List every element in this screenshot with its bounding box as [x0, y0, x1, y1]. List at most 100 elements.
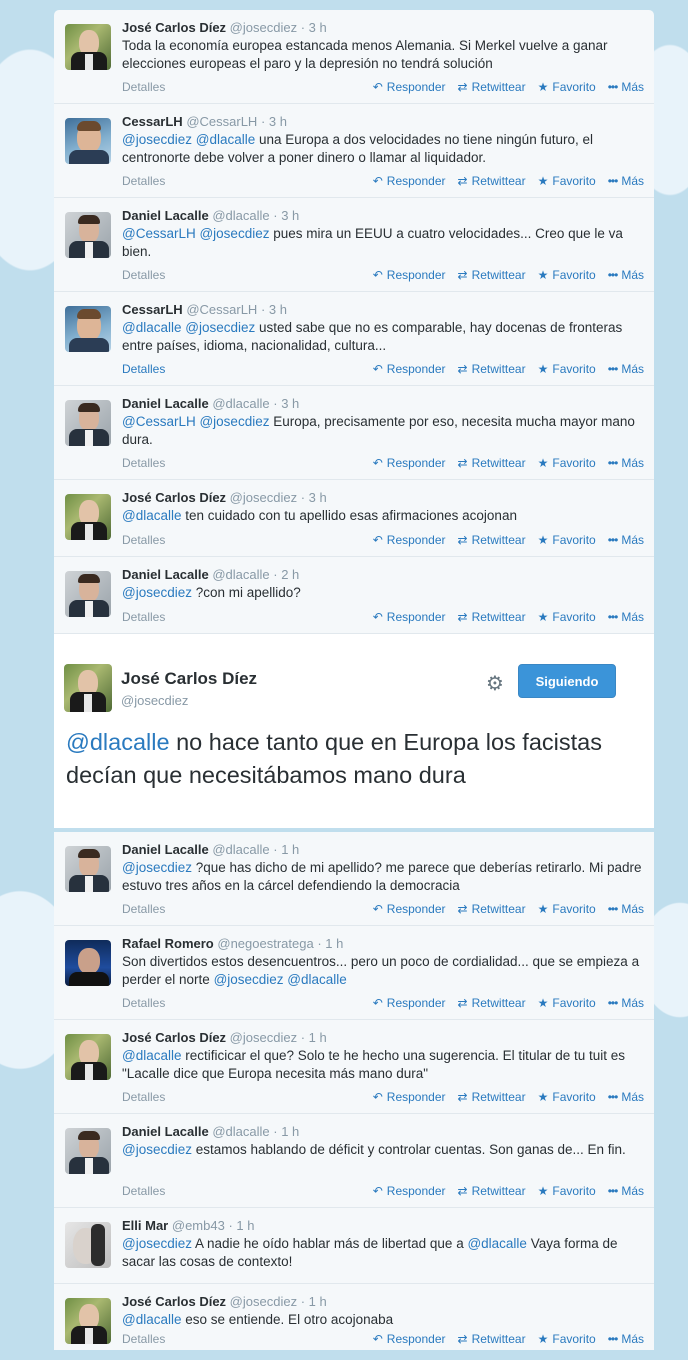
tweet-time[interactable]: · 2 h: [273, 567, 299, 582]
retweet-icon[interactable]: ⇄: [458, 902, 468, 916]
tweet-author-handle[interactable]: @CessarLH: [186, 302, 257, 317]
retweet-icon[interactable]: ⇄: [458, 1332, 468, 1346]
tweet-time[interactable]: · 1 h: [301, 1294, 327, 1309]
reply-icon[interactable]: ↶: [373, 996, 383, 1010]
retweet-icon[interactable]: ⇄: [458, 362, 468, 376]
more-button[interactable]: Más: [621, 1332, 644, 1346]
tweet-author-name[interactable]: Daniel Lacalle: [122, 1124, 209, 1139]
reply-button[interactable]: Responder: [387, 533, 446, 547]
tweet-mentions[interactable]: @josecdiez: [122, 1142, 192, 1157]
reply-button[interactable]: Responder: [387, 902, 446, 916]
tweet-time[interactable]: · 3 h: [301, 490, 327, 505]
retweet-icon[interactable]: ⇄: [458, 533, 468, 547]
reply-button[interactable]: Responder: [387, 174, 446, 188]
details-link[interactable]: Detalles: [122, 1332, 165, 1346]
avatar[interactable]: [65, 846, 111, 892]
tweet[interactable]: Daniel Lacalle @dlacalle · 1 h @josecdie…: [54, 1114, 654, 1208]
reply-icon[interactable]: ↶: [373, 610, 383, 624]
favorite-button[interactable]: Favorito: [552, 902, 595, 916]
tweet-author-handle[interactable]: @dlacalle: [212, 1124, 269, 1139]
tweet-mentions[interactable]: @dlacalle @josecdiez: [122, 320, 255, 335]
details-link[interactable]: Detalles: [122, 533, 165, 547]
reply-button[interactable]: Responder: [387, 362, 446, 376]
favorite-icon[interactable]: ★: [538, 268, 549, 282]
retweet-button[interactable]: Retwittear: [472, 174, 526, 188]
more-icon[interactable]: •••: [608, 456, 619, 470]
tweet-mentions[interactable]: @CessarLH @josecdiez: [122, 414, 269, 429]
tweet-author-handle[interactable]: @CessarLH: [186, 114, 257, 129]
more-icon[interactable]: •••: [608, 1332, 619, 1346]
reply-button[interactable]: Responder: [387, 80, 446, 94]
reply-icon[interactable]: ↶: [373, 902, 383, 916]
more-button[interactable]: Más: [621, 456, 644, 470]
more-icon[interactable]: •••: [608, 362, 619, 376]
favorite-button[interactable]: Favorito: [552, 80, 595, 94]
favorite-icon[interactable]: ★: [538, 1332, 549, 1346]
avatar[interactable]: [64, 664, 112, 712]
reply-button[interactable]: Responder: [387, 1090, 446, 1104]
gear-icon[interactable]: ⚙: [486, 671, 504, 696]
favorite-icon[interactable]: ★: [538, 80, 549, 94]
retweet-button[interactable]: Retwittear: [472, 902, 526, 916]
tweet-time[interactable]: · 1 h: [273, 1124, 299, 1139]
tweet-author-handle[interactable]: @dlacalle: [212, 842, 269, 857]
tweet-author-name[interactable]: Rafael Romero: [122, 936, 214, 951]
more-icon[interactable]: •••: [608, 174, 619, 188]
favorite-icon[interactable]: ★: [538, 174, 549, 188]
tweet-author-name[interactable]: José Carlos Díez: [122, 20, 226, 35]
more-icon[interactable]: •••: [608, 996, 619, 1010]
more-button[interactable]: Más: [621, 996, 644, 1010]
more-button[interactable]: Más: [621, 268, 644, 282]
favorite-button[interactable]: Favorito: [552, 533, 595, 547]
avatar[interactable]: [65, 571, 111, 617]
retweet-icon[interactable]: ⇄: [458, 268, 468, 282]
tweet[interactable]: Rafael Romero @negoestratega · 1 h Son d…: [54, 926, 654, 1020]
details-link[interactable]: Detalles: [122, 456, 165, 470]
avatar[interactable]: [65, 24, 111, 70]
reply-button[interactable]: Responder: [387, 456, 446, 470]
reply-button[interactable]: Responder: [387, 996, 446, 1010]
tweet-author-name[interactable]: Elli Mar: [122, 1218, 168, 1233]
tweet-mentions[interactable]: @josecdiez: [122, 860, 192, 875]
favorite-button[interactable]: Favorito: [552, 1184, 595, 1198]
more-button[interactable]: Más: [621, 1184, 644, 1198]
tweet[interactable]: Elli Mar @emb43 · 1 h @josecdiez A nadie…: [54, 1208, 654, 1284]
avatar[interactable]: [65, 1034, 111, 1080]
reply-icon[interactable]: ↶: [373, 80, 383, 94]
retweet-icon[interactable]: ⇄: [458, 80, 468, 94]
tweet-author-handle[interactable]: @josecdiez: [230, 490, 297, 505]
favorite-button[interactable]: Favorito: [552, 362, 595, 376]
details-link[interactable]: Detalles: [122, 362, 165, 376]
more-icon[interactable]: •••: [608, 902, 619, 916]
tweet-mentions[interactable]: @dlacalle: [122, 1048, 181, 1063]
tweet-mentions[interactable]: @josecdiez @dlacalle: [214, 972, 347, 987]
retweet-button[interactable]: Retwittear: [472, 80, 526, 94]
reply-icon[interactable]: ↶: [373, 1090, 383, 1104]
more-icon[interactable]: •••: [608, 80, 619, 94]
favorite-icon[interactable]: ★: [538, 902, 549, 916]
reply-icon[interactable]: ↶: [373, 362, 383, 376]
tweet-author-name[interactable]: Daniel Lacalle: [122, 208, 209, 223]
tweet-author-name[interactable]: José Carlos Díez: [122, 1294, 226, 1309]
tweet[interactable]: José Carlos Díez @josecdiez · 3 h Toda l…: [54, 10, 654, 104]
avatar[interactable]: [65, 212, 111, 258]
favorite-button[interactable]: Favorito: [552, 996, 595, 1010]
tweet-author-name[interactable]: Daniel Lacalle: [122, 396, 209, 411]
details-link[interactable]: Detalles: [122, 80, 165, 94]
tweet-mentions[interactable]: @josecdiez: [122, 585, 192, 600]
retweet-button[interactable]: Retwittear: [472, 456, 526, 470]
tweet-author-name[interactable]: CessarLH: [122, 114, 183, 129]
retweet-button[interactable]: Retwittear: [472, 610, 526, 624]
reply-icon[interactable]: ↶: [373, 1184, 383, 1198]
tweet-mentions[interactable]: @josecdiez: [122, 1236, 192, 1251]
reply-button[interactable]: Responder: [387, 1332, 446, 1346]
reply-icon[interactable]: ↶: [373, 1332, 383, 1346]
tweet-author-handle[interactable]: @dlacalle: [212, 396, 269, 411]
tweet-time[interactable]: · 1 h: [317, 936, 343, 951]
tweet-time[interactable]: · 3 h: [273, 396, 299, 411]
tweet-time[interactable]: · 3 h: [301, 20, 327, 35]
more-icon[interactable]: •••: [608, 1184, 619, 1198]
details-link[interactable]: Detalles: [122, 1184, 165, 1198]
favorite-button[interactable]: Favorito: [552, 1090, 595, 1104]
tweet-author-name[interactable]: Daniel Lacalle: [122, 842, 209, 857]
